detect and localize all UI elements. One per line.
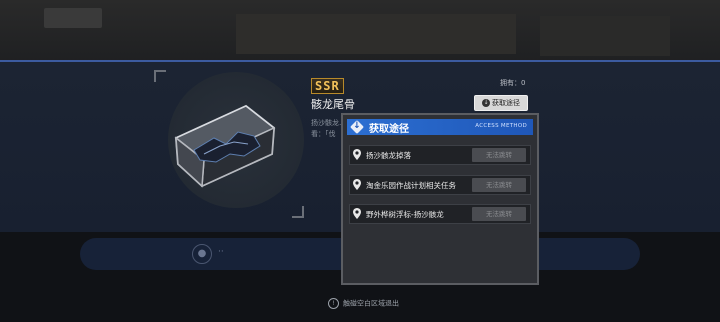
item-name: 骸龙尾骨 xyxy=(311,98,355,111)
route-row[interactable]: 扬沙骸龙掉落 无法跳转 xyxy=(349,145,531,165)
owned-count: 拥有：0 xyxy=(500,79,526,87)
access-method-dialog: ↓ 获取途径 ACCESS METHOD 扬沙骸龙掉落 无法跳转 淘金乐园作战计… xyxy=(341,113,539,285)
bg-block xyxy=(44,8,102,28)
dialog-title: 获取途径 xyxy=(369,124,409,135)
bg-block xyxy=(540,16,670,56)
frame-corner-icon xyxy=(154,70,166,82)
get-path-button[interactable]: ↓ 获取途径 xyxy=(474,95,528,111)
route-label: 淘金乐园作战计划相关任务 xyxy=(366,181,456,190)
location-pin-icon xyxy=(353,149,361,160)
bg-block xyxy=(236,14,516,54)
background-top xyxy=(0,0,720,62)
location-pin-icon xyxy=(353,179,361,190)
route-row[interactable]: 野外桦树浮标-扬沙骸龙 无法跳转 xyxy=(349,204,531,224)
exit-hint-label: 触碰空白区域退出 xyxy=(343,299,399,308)
down-arrow-icon: ↓ xyxy=(353,121,361,131)
background-pill-text: ·· xyxy=(218,247,224,257)
jump-button[interactable]: 无法跳转 xyxy=(472,178,526,192)
jump-button[interactable]: 无法跳转 xyxy=(472,148,526,162)
exit-hint[interactable]: ! 触碰空白区域退出 xyxy=(328,298,399,309)
dialog-header: ↓ 获取途径 ACCESS METHOD xyxy=(347,119,533,135)
frame-corner-icon xyxy=(292,206,304,218)
jump-button[interactable]: 无法跳转 xyxy=(472,207,526,221)
dialog-subtitle: ACCESS METHOD xyxy=(475,123,527,129)
item-crate-icon xyxy=(174,104,276,188)
exclamation-icon: ! xyxy=(328,298,339,309)
rarity-badge: SSR xyxy=(311,78,344,94)
route-row[interactable]: 淘金乐园作战计划相关任务 无法跳转 xyxy=(349,175,531,195)
background-pill-icon: ● xyxy=(192,244,212,264)
location-pin-icon xyxy=(353,208,361,219)
route-icon: ↓ xyxy=(482,99,490,107)
route-label: 扬沙骸龙掉落 xyxy=(366,151,411,160)
get-path-button-label: 获取途径 xyxy=(492,99,520,107)
route-label: 野外桦树浮标-扬沙骸龙 xyxy=(366,210,444,219)
